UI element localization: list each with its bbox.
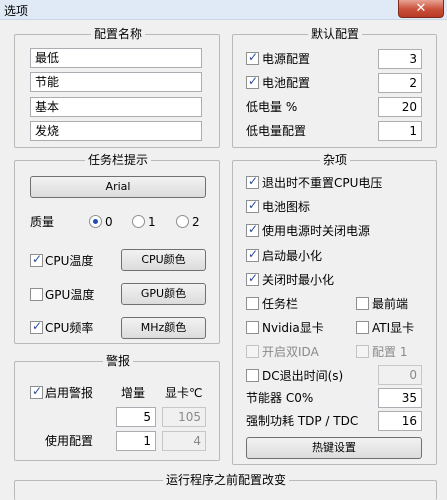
- low-battery-percent-label: 低电量 %: [246, 100, 298, 114]
- nvidia-gpu-label: Nvidia显卡: [262, 321, 324, 335]
- no-reset-voltage-checkbox[interactable]: [246, 174, 259, 189]
- enable-alarm-label: 启用警报: [45, 386, 94, 400]
- power-off-on-ac-label: 使用电源时关闭电源: [262, 224, 371, 238]
- battery-profile-input[interactable]: 2: [378, 73, 422, 93]
- ati-gpu-label: ATI显卡: [372, 321, 415, 335]
- dc-exit-time-input: 0: [378, 365, 422, 385]
- taskbar-checkbox[interactable]: [246, 297, 259, 310]
- always-on-top-label: 最前端: [372, 297, 409, 311]
- battery-icon-label: 电池图标: [262, 200, 311, 214]
- quality-radio-0-label: 0: [105, 215, 113, 229]
- hotkey-settings-button[interactable]: 热键设置: [246, 437, 422, 459]
- dc-exit-time-checkbox[interactable]: [246, 369, 259, 382]
- quality-label: 质量: [30, 215, 55, 229]
- cpu-freq-label: CPU频率: [45, 321, 94, 335]
- cpu-freq-checkbox[interactable]: [30, 319, 43, 334]
- pre-run-profile-title: 运行程序之前配置改变: [162, 473, 290, 487]
- minimize-on-close-label: 关闭时最小化: [262, 273, 335, 287]
- title-bar: 选项 ✕: [0, 0, 447, 20]
- no-reset-voltage-label: 退出时不重置CPU电压: [262, 176, 383, 190]
- quality-radio-1-label: 1: [148, 215, 156, 229]
- alarm-gpu-temp-input: 105: [162, 407, 206, 427]
- misc-title: 杂项: [319, 153, 351, 167]
- power-profile-input[interactable]: 3: [378, 49, 422, 69]
- power-saver-input[interactable]: 35: [378, 388, 422, 408]
- power-profile-checkbox[interactable]: [246, 50, 259, 65]
- nvidia-gpu-checkbox[interactable]: [246, 321, 259, 334]
- power-off-on-ac-checkbox[interactable]: [246, 222, 259, 237]
- profile-names-title: 配置名称: [90, 27, 146, 41]
- close-button[interactable]: ✕: [398, 0, 444, 18]
- gpu-column-header: 显卡℃: [165, 386, 203, 400]
- gpu-temp-label: GPU温度: [45, 288, 95, 302]
- battery-icon-checkbox[interactable]: [246, 198, 259, 213]
- profile-name-input-1[interactable]: 最低: [30, 48, 202, 68]
- alarm-gpu-profile-input: 4: [162, 431, 206, 451]
- increment-column-header: 增量: [121, 386, 146, 400]
- ati-gpu-checkbox[interactable]: [356, 321, 369, 334]
- dual-ida-label: 开启双IDA: [262, 345, 319, 359]
- alarm-profile-input[interactable]: 1: [116, 431, 156, 451]
- gpu-temp-checkbox[interactable]: [30, 288, 43, 301]
- profile-1-label: 配置 1: [372, 345, 408, 359]
- gpu-color-button[interactable]: GPU颜色: [121, 283, 206, 305]
- low-battery-profile-input[interactable]: 1: [378, 121, 422, 141]
- mhz-color-button[interactable]: MHz颜色: [121, 317, 206, 339]
- start-minimized-label: 启动最小化: [262, 249, 323, 263]
- battery-profile-checkbox[interactable]: [246, 74, 259, 89]
- quality-radio-1[interactable]: [132, 215, 145, 228]
- start-minimized-checkbox[interactable]: [246, 247, 259, 262]
- window-title: 选项: [4, 4, 29, 18]
- cpu-color-button[interactable]: CPU颜色: [121, 249, 206, 271]
- taskbar-hint-title: 任务栏提示: [84, 153, 152, 167]
- cpu-temp-checkbox[interactable]: [30, 252, 43, 267]
- pre-run-profile-group: 运行程序之前配置改变: [14, 473, 437, 500]
- alarm-increment-input[interactable]: 5: [116, 407, 156, 427]
- quality-radio-0[interactable]: [89, 215, 102, 228]
- quality-radio-2-label: 2: [192, 215, 200, 229]
- profile-name-input-3[interactable]: 基本: [30, 97, 202, 117]
- quality-radio-2[interactable]: [176, 215, 189, 228]
- profile-name-input-4[interactable]: 发烧: [30, 121, 202, 141]
- alarm-title: 警报: [102, 354, 134, 368]
- power-saver-label: 节能器 C0%: [246, 391, 314, 405]
- low-battery-profile-label: 低电量配置: [246, 124, 307, 138]
- use-profile-label: 使用配置: [45, 434, 94, 448]
- minimize-on-close-checkbox[interactable]: [246, 271, 259, 286]
- low-battery-percent-input[interactable]: 20: [378, 97, 422, 117]
- dc-exit-time-label: DC退出时间(s): [262, 369, 344, 383]
- close-icon: ✕: [415, 1, 427, 16]
- profile-name-input-2[interactable]: 节能: [30, 72, 202, 92]
- profile-1-checkbox: [356, 345, 369, 358]
- enable-alarm-checkbox[interactable]: [30, 384, 43, 399]
- force-tdp-input[interactable]: 16: [378, 411, 422, 431]
- dual-ida-checkbox: [246, 345, 259, 358]
- cpu-temp-label: CPU温度: [45, 254, 94, 268]
- always-on-top-checkbox[interactable]: [356, 297, 369, 310]
- battery-profile-label: 电池配置: [262, 76, 311, 90]
- font-button[interactable]: Arial: [30, 176, 206, 198]
- default-profile-title: 默认配置: [307, 27, 363, 41]
- force-tdp-label: 强制功耗 TDP / TDC: [246, 414, 359, 428]
- taskbar-label: 任务栏: [262, 297, 299, 311]
- power-profile-label: 电源配置: [262, 52, 311, 66]
